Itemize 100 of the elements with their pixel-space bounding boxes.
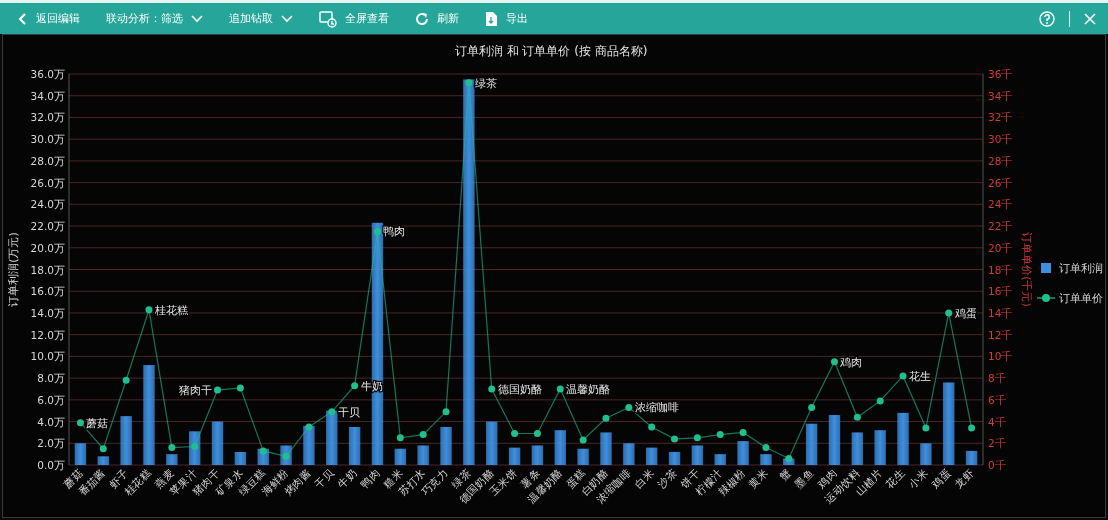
y2-tick-label: 18千 [988, 263, 1013, 276]
data-point [259, 447, 267, 455]
bar [211, 421, 224, 465]
y2-tick-label: 6千 [988, 393, 1006, 406]
data-point [762, 444, 770, 452]
close-icon[interactable] [1084, 12, 1096, 25]
data-point [396, 434, 404, 442]
refresh-icon [415, 11, 429, 26]
bar [623, 443, 635, 465]
data-point [99, 445, 107, 453]
legend-label: 订单单价 [1059, 292, 1103, 304]
bar [691, 445, 704, 465]
bar [760, 454, 772, 465]
y2-tick-label: 34千 [988, 89, 1013, 102]
y-tick-label: 22.0万 [30, 220, 65, 233]
y2-tick-label: 26千 [988, 176, 1013, 189]
data-point [488, 385, 496, 393]
x-tick-label: 鸭肉 [357, 465, 382, 490]
bar [920, 443, 932, 465]
data-point [145, 306, 153, 314]
bar [326, 410, 338, 465]
y-tick-label: 20.0万 [30, 241, 65, 254]
help-icon[interactable] [1039, 10, 1055, 27]
x-tick-label: 鸡蛋 [929, 465, 954, 490]
data-point [945, 309, 953, 317]
caret-icon [281, 14, 293, 23]
legend-label: 订单利润 [1059, 262, 1103, 274]
y2-tick-label: 22千 [988, 220, 1013, 233]
point-label: 桂花糕 [155, 303, 188, 316]
y2-tick-label: 16千 [988, 285, 1013, 298]
bar [531, 445, 544, 465]
data-point [922, 424, 930, 432]
data-point [556, 385, 564, 393]
x-tick-label: 白米 [632, 465, 657, 490]
y2-tick-label: 36千 [988, 68, 1013, 80]
y-tick-label: 8.0万 [37, 372, 65, 385]
y2-tick-label: 24千 [988, 198, 1013, 211]
bar [714, 454, 726, 465]
data-point [739, 428, 747, 436]
data-point [122, 376, 130, 384]
data-point [511, 430, 519, 437]
data-point [419, 431, 427, 439]
y2-tick-label: 32千 [988, 111, 1013, 124]
dropdown-button[interactable]: 联动分析：筛选 [100, 7, 209, 30]
data-point [602, 414, 610, 422]
bar [737, 441, 749, 465]
bar [74, 443, 87, 465]
file-icon [485, 10, 498, 27]
bar [805, 423, 818, 465]
bar [440, 427, 452, 465]
x-tick-label: 花生 [883, 465, 908, 490]
y-tick-label: 18.0万 [30, 263, 65, 276]
data-point [328, 408, 336, 416]
y2-tick-label: 12千 [988, 328, 1013, 341]
x-tick-label: 龙虾 [951, 465, 976, 490]
x-tick-label: 沙茶 [654, 465, 679, 490]
y-tick-label: 4.0万 [37, 415, 65, 428]
y2-tick-label: 20千 [988, 241, 1013, 254]
point-label: 浓缩咖啡 [634, 401, 679, 414]
y-tick-label: 16.0万 [30, 285, 65, 298]
toolbar-button[interactable]: 全屏查看 [313, 5, 395, 32]
point-label: 鸡蛋 [954, 306, 977, 319]
bar [851, 432, 864, 465]
bar [120, 416, 132, 465]
data-point [465, 79, 473, 87]
bar [874, 430, 886, 465]
y2-tick-label: 30千 [988, 133, 1013, 146]
bar [554, 430, 566, 465]
caret-icon [191, 14, 203, 23]
point-label: 猪肉干 [178, 384, 212, 397]
bar [97, 456, 109, 465]
x-tick-label: 蟹 [776, 465, 794, 483]
y2-tick-label: 14千 [988, 306, 1013, 319]
bar [600, 432, 612, 465]
y-tick-label: 28.0万 [30, 154, 65, 167]
x-tick-label: 黄米 [746, 465, 771, 490]
bar [897, 412, 909, 465]
y-tick-label: 12.0万 [30, 328, 65, 341]
data-point [831, 358, 838, 366]
data-point [716, 431, 724, 439]
chevron-left-icon [18, 12, 28, 25]
y-tick-label: 10.0万 [30, 350, 65, 363]
y-tick-label: 34.0万 [30, 89, 65, 102]
data-point [168, 444, 176, 452]
bar [280, 445, 292, 465]
data-point [191, 443, 199, 451]
data-point [214, 386, 222, 394]
dropdown-button[interactable]: 追加钻取 [223, 7, 299, 30]
bar [828, 415, 841, 465]
y-tick-label: 30.0万 [30, 133, 65, 146]
y-tick-label: 32.0万 [30, 111, 65, 124]
toolbar-button[interactable]: 刷新 [409, 7, 465, 30]
bar [166, 454, 178, 465]
data-point [625, 403, 633, 411]
back-button[interactable]: 返回编辑 [12, 7, 86, 30]
bar [645, 447, 658, 465]
data-point [282, 452, 290, 460]
toolbar-button[interactable]: 导出 [479, 6, 534, 31]
bar [486, 421, 498, 465]
y2-tick-label: 10千 [988, 350, 1013, 363]
